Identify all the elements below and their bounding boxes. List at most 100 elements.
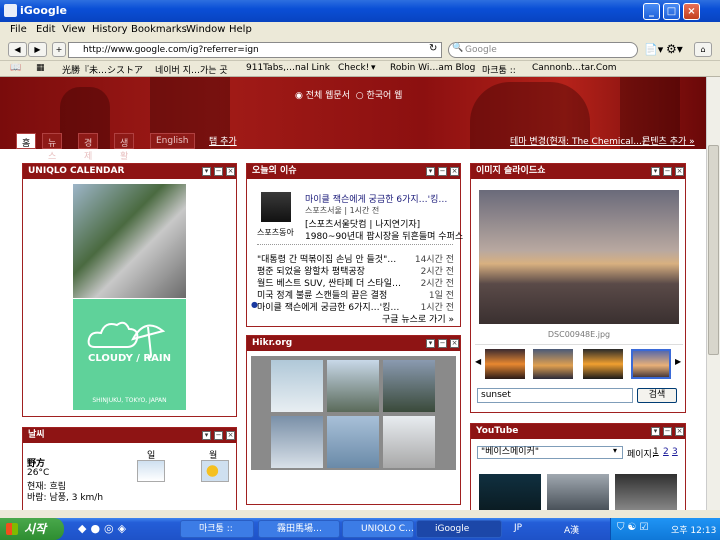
search-icon: 🔍	[452, 43, 464, 53]
menu-edit[interactable]: Edit	[36, 24, 55, 35]
hikr-photo[interactable]	[383, 416, 435, 468]
close-button[interactable]: ×	[683, 3, 700, 20]
chevron-down-icon[interactable]: ▾	[371, 63, 376, 73]
video-thumbnail[interactable]	[615, 474, 677, 510]
reload-icon[interactable]: ↻	[429, 43, 437, 54]
bookmark-item[interactable]: 911Tabs,…nal Link	[246, 63, 330, 73]
taskbar-item[interactable]: 霧田馬場…	[258, 520, 340, 538]
open-book-icon[interactable]: 📖	[10, 63, 21, 73]
thumbnail[interactable]	[485, 349, 525, 379]
video-thumbnail[interactable]	[479, 474, 541, 510]
hikr-photo[interactable]	[271, 360, 323, 412]
maximize-button[interactable]: □	[663, 3, 680, 20]
gadget-minimize-icon[interactable]: −	[663, 167, 672, 176]
thumbnail[interactable]	[533, 349, 573, 379]
window-titlebar: iGoogle _ □ ×	[0, 0, 720, 22]
tab-home[interactable]: 홈	[16, 133, 37, 149]
hikr-photo[interactable]	[271, 416, 323, 468]
slideshow-photo[interactable]	[479, 190, 679, 324]
back-button[interactable]: ◀	[8, 42, 27, 57]
gadget-menu-icon[interactable]: ▾	[651, 167, 660, 176]
hikr-photo[interactable]	[383, 360, 435, 412]
bookmark-item[interactable]: Robin Wi…am Blog	[390, 63, 475, 73]
tab-life[interactable]: 생활	[114, 133, 135, 162]
taskbar-item[interactable]: UNIQLO C…	[342, 520, 414, 538]
gadget-menu-icon[interactable]: ▾	[202, 167, 211, 176]
taskbar-item-active[interactable]: iGoogle	[416, 520, 502, 538]
page-link[interactable]: 1	[653, 447, 659, 457]
gadget-minimize-icon[interactable]: −	[214, 167, 223, 176]
radio-all-web[interactable]: ◉	[295, 91, 306, 101]
page-menu-icon[interactable]: 📄▾	[644, 43, 663, 56]
more-news-link[interactable]: 구글 뉴스로 가기 »	[382, 312, 454, 325]
thumbnail-selected[interactable]	[631, 349, 671, 379]
gadget-minimize-icon[interactable]: −	[438, 339, 447, 348]
app-icon	[4, 4, 17, 17]
bookmark-item[interactable]: Check!	[338, 63, 369, 73]
scroll-thumb[interactable]	[708, 145, 719, 355]
gadget-close-icon[interactable]: ×	[226, 167, 235, 176]
gear-icon[interactable]: ⚙▾	[666, 42, 683, 56]
gadget-menu-icon[interactable]: ▾	[651, 427, 660, 436]
thumbnail[interactable]	[583, 349, 623, 379]
minimize-button[interactable]: _	[643, 3, 660, 20]
forward-button[interactable]: ▶	[28, 42, 47, 57]
vertical-scrollbar[interactable]	[706, 77, 720, 510]
video-select[interactable]: "베이스메이커"	[477, 446, 623, 459]
hikr-photo[interactable]	[327, 360, 379, 412]
gadget-menu-icon[interactable]: ▾	[202, 431, 211, 440]
radio-korean-web[interactable]: ○	[356, 91, 367, 101]
gadget-menu-icon[interactable]: ▾	[426, 167, 435, 176]
gadget-close-icon[interactable]: ×	[675, 427, 684, 436]
language-indicator[interactable]: JP	[514, 523, 522, 533]
gadget-minimize-icon[interactable]: −	[214, 431, 223, 440]
tab-english[interactable]: English	[150, 133, 195, 149]
video-thumbnail[interactable]	[547, 474, 609, 510]
bookmark-item[interactable]: 네이버 지…가는 곳	[155, 63, 228, 76]
news-item[interactable]: 마이클 잭슨에게 궁금한 6가지…'킹…	[257, 300, 399, 313]
prev-arrow-icon[interactable]: ◀	[475, 357, 481, 366]
page-link[interactable]: 2	[663, 447, 669, 457]
bookmark-item[interactable]: 光勝『未…シストア	[62, 63, 143, 76]
featured-headline[interactable]: 마이클 잭슨에게 궁금한 6가지…'킹…	[305, 192, 447, 205]
gadget-close-icon[interactable]: ×	[450, 167, 459, 176]
search-field[interactable]: Google	[448, 42, 638, 58]
news-thumbnail[interactable]	[261, 192, 291, 222]
chevron-down-icon[interactable]: ▾	[613, 446, 617, 455]
menu-window[interactable]: Window	[186, 24, 225, 35]
featured-source: 스포츠서울 | 1시간 전	[305, 206, 380, 215]
gadget-close-icon[interactable]: ×	[226, 431, 235, 440]
tab-news[interactable]: 뉴스	[42, 133, 63, 162]
bookmark-item[interactable]: 마크툼 ::	[482, 63, 516, 76]
menu-view[interactable]: View	[62, 24, 86, 35]
hikr-photo[interactable]	[327, 416, 379, 468]
menu-bookmarks[interactable]: Bookmarks	[131, 24, 187, 35]
gadget-close-icon[interactable]: ×	[675, 167, 684, 176]
gadget-minimize-icon[interactable]: −	[663, 427, 672, 436]
address-bar[interactable]: http://www.google.com/ig?referrer=ign	[68, 42, 442, 58]
gadget-minimize-icon[interactable]: −	[438, 167, 447, 176]
next-arrow-icon[interactable]: ▶	[675, 357, 681, 366]
bookmark-item[interactable]: Cannonb…tar.Com	[532, 63, 616, 73]
quick-launch-icons[interactable]: ◆●◎◈	[78, 522, 130, 535]
thumb-caption: 스포츠동아	[257, 228, 294, 237]
grid-icon[interactable]: ▦	[36, 63, 45, 73]
add-tab-link[interactable]: 탭 추가	[209, 134, 237, 147]
menu-file[interactable]: File	[10, 24, 27, 35]
add-bookmark-button[interactable]: +	[52, 42, 66, 57]
menu-history[interactable]: History	[92, 24, 128, 35]
tab-economy[interactable]: 경제	[78, 133, 99, 162]
search-button[interactable]: 검색	[637, 388, 677, 403]
tray-icons[interactable]: ⛉☯☑	[617, 522, 651, 533]
slideshow-search-input[interactable]: sunset	[477, 388, 633, 403]
taskbar-item[interactable]: 마크툼 ::	[180, 520, 254, 538]
home-button[interactable]: ⌂	[694, 42, 712, 57]
page-link[interactable]: 3	[672, 447, 678, 457]
gadget-menu-icon[interactable]: ▾	[426, 339, 435, 348]
menu-help[interactable]: Help	[229, 24, 252, 35]
system-tray: ⛉☯☑ 오후 12:13	[610, 518, 720, 540]
change-theme-link[interactable]: 테마 변경(현재: The Chemical...)	[510, 134, 645, 147]
gadget-close-icon[interactable]: ×	[450, 339, 459, 348]
ime-indicator[interactable]: A漢	[564, 523, 579, 536]
add-content-link[interactable]: 콘텐츠 추가 »	[642, 134, 695, 147]
